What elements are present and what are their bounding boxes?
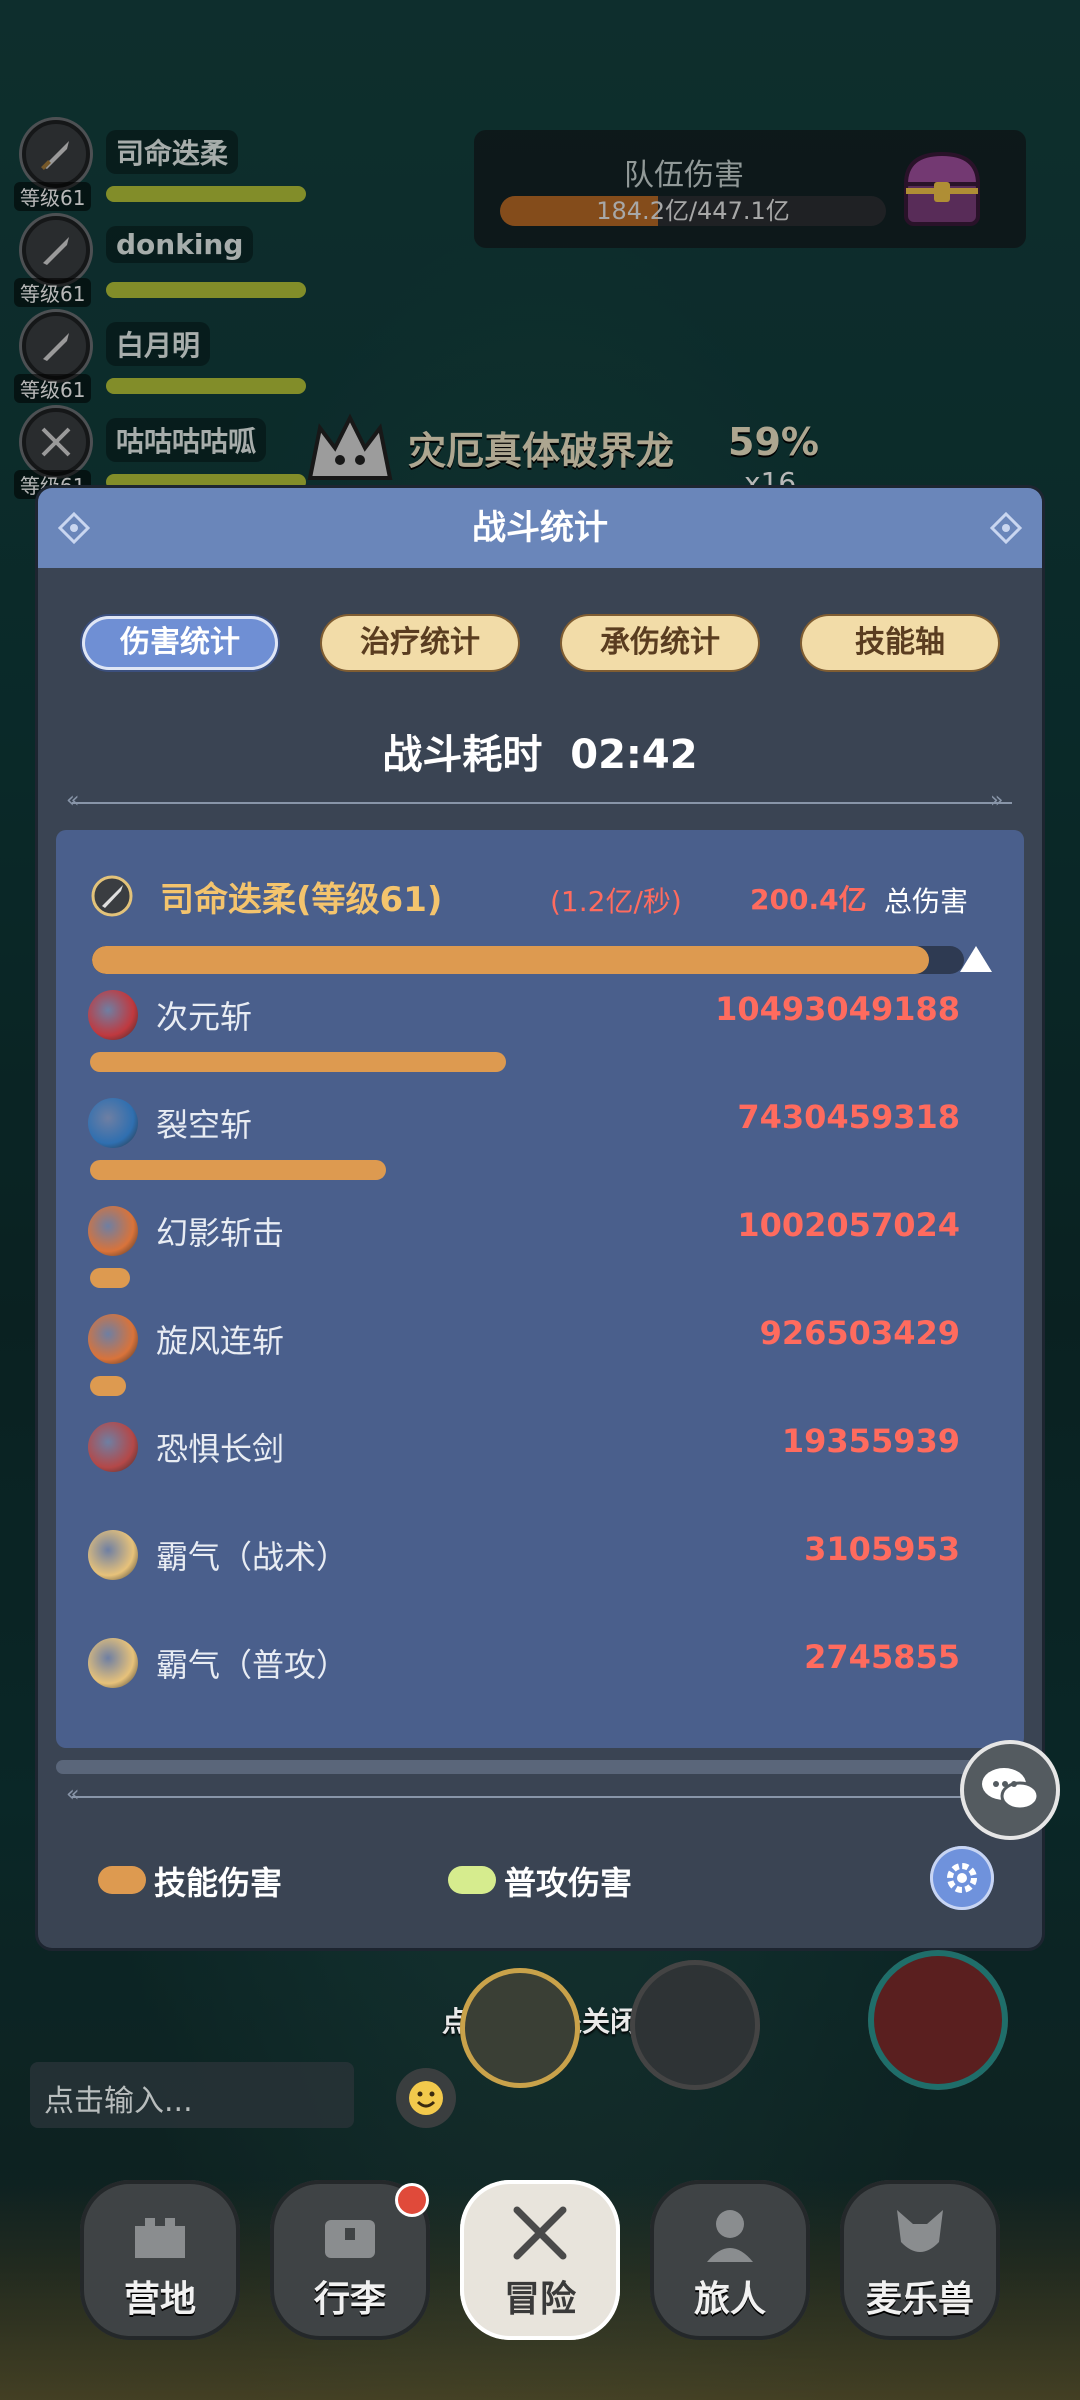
legend-swatch <box>448 1866 496 1894</box>
dialog-header: 战斗统计 <box>38 488 1042 568</box>
nav-camp[interactable]: 营地 <box>80 2180 240 2340</box>
skill-name: 霸气（普攻） <box>156 1646 349 1684</box>
divider-end-icon: « <box>66 1782 80 1807</box>
legend-swatch <box>98 1866 146 1894</box>
skill-name: 裂空斩 <box>156 1106 253 1144</box>
sword-class-icon <box>91 875 133 917</box>
chat-bubbles-icon <box>982 1768 1040 1811</box>
divider-end-icon: « <box>66 788 80 813</box>
tab-skill-timeline[interactable]: 技能轴 <box>802 616 998 670</box>
skill-damage-value: 19355939 <box>781 1422 960 1460</box>
player-total-damage: 200.4亿 <box>750 883 867 916</box>
gear-icon <box>947 1863 977 1893</box>
skill-damage-bar <box>90 1376 126 1396</box>
smiley-icon <box>409 2081 443 2115</box>
legend-label: 普攻伤害 <box>504 1864 633 1902</box>
skill-row[interactable]: 霸气（战术） 3105953 <box>56 1520 1024 1628</box>
divider-line <box>72 1796 1012 1798</box>
dialog-title: 战斗统计 <box>472 508 608 548</box>
scrollbar[interactable] <box>56 1760 1024 1774</box>
skill-damage-bar <box>90 1160 386 1180</box>
skill-damage-value: 2745855 <box>804 1638 960 1676</box>
tab-damage[interactable]: 伤害统计 <box>82 616 278 670</box>
skill-slot-button[interactable] <box>868 1950 1008 2090</box>
corner-ornament-icon <box>990 512 1022 544</box>
dominance-tactic-icon <box>88 1530 138 1580</box>
tab-healing[interactable]: 治疗统计 <box>322 616 518 670</box>
skill-row[interactable]: 次元斩 10493049188 <box>56 980 1024 1088</box>
chat-input-placeholder: 点击输入... <box>44 2084 193 2119</box>
skill-damage-value: 926503429 <box>759 1314 960 1352</box>
skill-damage-value: 1002057024 <box>737 1206 960 1244</box>
player-name: 司命迭柔(等级61) <box>160 880 443 920</box>
settings-button[interactable] <box>930 1846 994 1910</box>
player-damage-summary[interactable]: 司命迭柔(等级61) (1.2亿/秒) 200.4亿 总伤害 <box>56 850 1024 974</box>
chat-button[interactable] <box>960 1740 1060 1840</box>
skill-damage-bar <box>90 1052 506 1072</box>
nav-luggage[interactable]: 行李 <box>270 2180 430 2340</box>
nav-label: 冒险 <box>503 2279 576 2320</box>
nav-label: 麦乐兽 <box>865 2279 974 2320</box>
player-damage-rate: (1.2亿/秒) <box>550 885 682 918</box>
skill-name: 次元斩 <box>156 998 253 1036</box>
skill-name: 霸气（战术） <box>156 1538 349 1576</box>
notification-badge <box>398 2186 426 2214</box>
duration-value: 02:42 <box>570 732 698 778</box>
skill-row[interactable]: 恐惧长剑 19355939 <box>56 1412 1024 1520</box>
person-icon <box>707 2210 753 2262</box>
skill-name: 幻影斩击 <box>156 1214 285 1252</box>
duration-label: 战斗耗时 <box>382 732 543 778</box>
skill-row[interactable]: 旋风连斩 926503429 <box>56 1304 1024 1412</box>
skill-slot-button[interactable] <box>460 1968 580 2088</box>
chest-icon <box>325 2220 375 2258</box>
tab-damage-taken[interactable]: 承伤统计 <box>562 616 758 670</box>
skill-name: 旋风连斩 <box>156 1322 285 1360</box>
player-total-label: 总伤害 <box>884 885 969 918</box>
skill-name: 恐惧长剑 <box>156 1430 285 1468</box>
skill-damage-value: 10493049188 <box>715 990 960 1028</box>
fox-icon <box>897 2210 943 2252</box>
player-damage-bar <box>92 946 964 974</box>
chat-input[interactable]: 点击输入... <box>30 2062 354 2128</box>
damage-detail-panel[interactable]: 司命迭柔(等级61) (1.2亿/秒) 200.4亿 总伤害 次元斩 104930… <box>56 830 1024 1748</box>
nav-adventure[interactable]: 冒险 <box>460 2180 620 2340</box>
legend-label: 技能伤害 <box>154 1864 283 1902</box>
skill-row[interactable]: 霸气（普攻） 2745855 <box>56 1628 1024 1736</box>
skill-damage-value: 7430459318 <box>737 1098 960 1136</box>
dimension-slash-icon <box>88 990 138 1040</box>
crossed-swords-icon <box>513 2206 567 2260</box>
phantom-strike-icon <box>88 1206 138 1256</box>
divider-end-icon: » <box>990 788 1004 813</box>
nav-travelers[interactable]: 旅人 <box>650 2180 810 2340</box>
battle-duration: 战斗耗时 02:42 <box>38 722 1042 780</box>
skill-damage-value: 3105953 <box>804 1530 960 1568</box>
nav-pets[interactable]: 麦乐兽 <box>840 2180 1000 2340</box>
skill-slot-button[interactable] <box>630 1960 760 2090</box>
skill-row[interactable]: 幻影斩击 1002057024 <box>56 1196 1024 1304</box>
rift-slash-icon <box>88 1098 138 1148</box>
collapse-up-icon[interactable] <box>956 942 996 976</box>
bottom-navigation: 营地 行李 冒险 旅人 麦乐兽 <box>0 2180 1080 2400</box>
emoji-button[interactable] <box>396 2068 456 2128</box>
nav-label: 营地 <box>123 2279 196 2320</box>
whirlwind-slash-icon <box>88 1314 138 1364</box>
castle-icon <box>135 2218 185 2258</box>
divider-line <box>72 802 1012 804</box>
nav-label: 行李 <box>313 2279 386 2320</box>
nav-label: 旅人 <box>693 2279 766 2320</box>
dread-sword-icon <box>88 1422 138 1472</box>
skill-row[interactable]: 裂空斩 7430459318 <box>56 1088 1024 1196</box>
skill-damage-bar <box>90 1268 130 1288</box>
battle-stats-dialog: 战斗统计 伤害统计 治疗统计 承伤统计 技能轴 战斗耗时 02:42 « » 司… <box>38 488 1042 1948</box>
dominance-attack-icon <box>88 1638 138 1688</box>
